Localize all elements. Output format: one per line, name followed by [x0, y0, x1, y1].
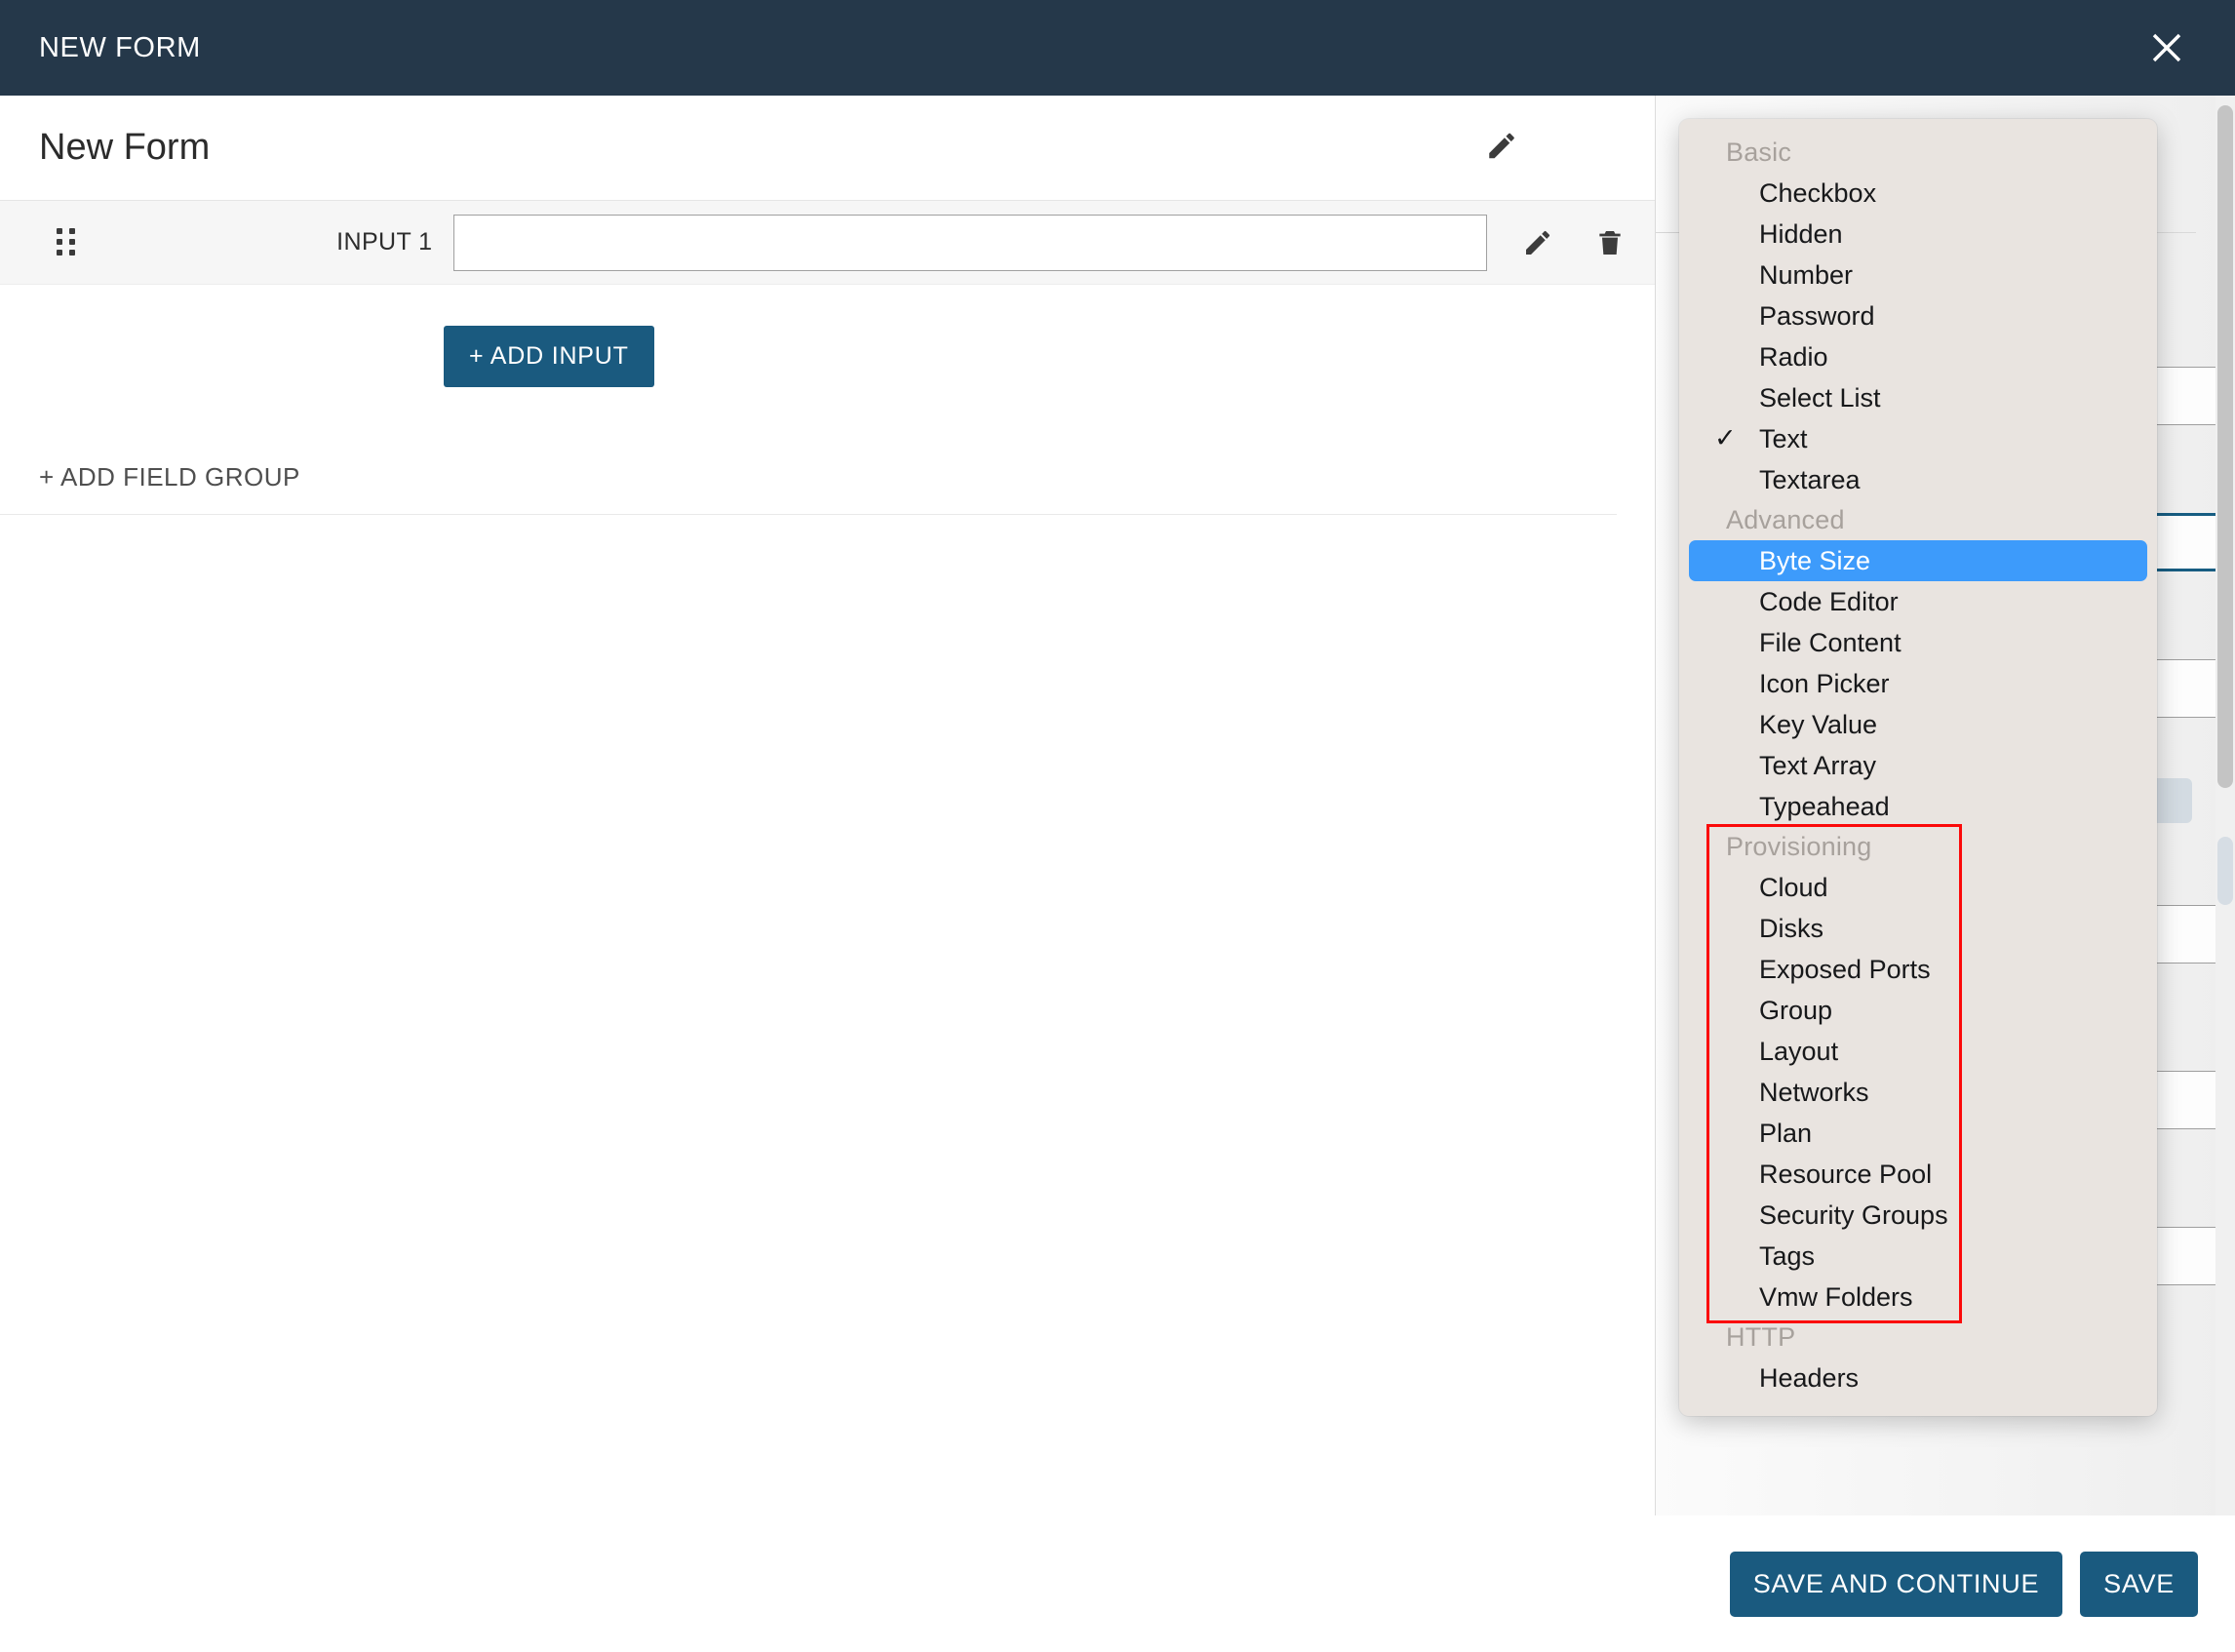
dropdown-item-label: Checkbox [1759, 178, 1877, 208]
dropdown-item-label: Group [1759, 996, 1833, 1025]
dropdown-item-group[interactable]: Group [1689, 990, 2147, 1031]
dropdown-item-label: Networks [1759, 1078, 1869, 1107]
dropdown-item-label: Password [1759, 301, 1875, 331]
dropdown-item-label: Text Array [1759, 751, 1877, 780]
dropdown-item-label: Code Editor [1759, 587, 1899, 616]
check-icon: ✓ [1714, 423, 1737, 452]
input-1-field[interactable] [453, 214, 1487, 271]
dropdown-item-label: Plan [1759, 1119, 1813, 1148]
dropdown-item-textarea[interactable]: Textarea [1689, 459, 2147, 500]
dropdown-item-plan[interactable]: Plan [1689, 1113, 2147, 1154]
dropdown-item-exposed-ports[interactable]: Exposed Ports [1689, 949, 2147, 990]
close-icon[interactable] [2141, 22, 2192, 73]
new-form-modal: NEW FORM New Form INPUT 1 + ADD INPUT + … [0, 0, 2235, 1652]
dropdown-item-key-value[interactable]: Key Value [1689, 704, 2147, 745]
dropdown-group-label-basic: Basic [1726, 138, 1792, 167]
dropdown-item-label: Typeahead [1759, 792, 1890, 821]
dropdown-item-label: Resource Pool [1759, 1160, 1933, 1189]
dropdown-item-cloud[interactable]: Cloud [1689, 867, 2147, 908]
dropdown-item-label: Headers [1759, 1363, 1860, 1393]
page-title: NEW FORM [39, 31, 201, 63]
form-input-row: INPUT 1 [0, 201, 1655, 285]
dropdown-item-hidden[interactable]: Hidden [1689, 214, 2147, 255]
save-button[interactable]: SAVE [2080, 1551, 2198, 1617]
dropdown-group-label-http: HTTP [1726, 1322, 1796, 1352]
add-field-group-button[interactable]: + ADD FIELD GROUP [0, 462, 1617, 515]
dropdown-item-text-array[interactable]: Text Array [1689, 745, 2147, 786]
pencil-icon[interactable] [1516, 220, 1559, 265]
field-group: INPUT 1 + ADD INPUT [0, 201, 1655, 431]
add-input-button[interactable]: + ADD INPUT [444, 326, 654, 387]
dropdown-item-label: Key Value [1759, 710, 1878, 739]
pencil-icon[interactable] [1485, 129, 1518, 167]
dropdown-item-password[interactable]: Password [1689, 295, 2147, 336]
dropdown-item-label: Tags [1759, 1241, 1816, 1271]
dropdown-item-label: Security Groups [1759, 1200, 1948, 1230]
dropdown-item-label: Hidden [1759, 219, 1843, 249]
scrollbar-thumb-secondary[interactable] [2217, 837, 2233, 905]
dropdown-item-label: Layout [1759, 1037, 1839, 1066]
dropdown-item-select-list[interactable]: Select List [1689, 377, 2147, 418]
dropdown-item-label: Byte Size [1759, 546, 1871, 575]
dropdown-item-label: Textarea [1759, 465, 1861, 494]
dropdown-item-label: Vmw Folders [1759, 1282, 1913, 1312]
dropdown-item-byte-size[interactable]: Byte Size [1689, 540, 2147, 581]
form-builder-canvas: New Form INPUT 1 + ADD INPUT + ADD FIELD… [0, 96, 1655, 1652]
input-label: INPUT 1 [336, 228, 433, 256]
drag-handle-icon[interactable] [57, 226, 89, 259]
dropdown-item-layout[interactable]: Layout [1689, 1031, 2147, 1072]
form-name: New Form [39, 127, 211, 168]
dropdown-group-label-advanced: Advanced [1726, 505, 1845, 534]
field-type-dropdown-menu[interactable]: Basic Checkbox Hidden Number Password Radio Se… [1679, 119, 2157, 1416]
dropdown-item-icon-picker[interactable]: Icon Picker [1689, 663, 2147, 704]
dropdown-item-label: Select List [1759, 383, 1881, 413]
add-input-row: + ADD INPUT [0, 285, 1655, 431]
dropdown-group-label-provisioning: Provisioning [1726, 832, 1872, 861]
dropdown-item-networks[interactable]: Networks [1689, 1072, 2147, 1113]
dropdown-item-file-content[interactable]: File Content [1689, 622, 2147, 663]
dropdown-item-label: Number [1759, 260, 1854, 290]
dropdown-item-radio[interactable]: Radio [1689, 336, 2147, 377]
dropdown-item-label: Cloud [1759, 873, 1828, 902]
modal-header: NEW FORM [0, 0, 2235, 96]
dropdown-item-label: Text [1759, 424, 1808, 453]
dropdown-item-checkbox[interactable]: Checkbox [1689, 173, 2147, 214]
dropdown-item-security-groups[interactable]: Security Groups [1689, 1195, 2147, 1236]
dropdown-item-label: Exposed Ports [1759, 955, 1931, 984]
dropdown-item-typeahead[interactable]: Typeahead [1689, 786, 2147, 827]
dropdown-item-label: Disks [1759, 914, 1823, 943]
dropdown-item-tags[interactable]: Tags [1689, 1236, 2147, 1277]
dropdown-item-disks[interactable]: Disks [1689, 908, 2147, 949]
dropdown-item-resource-pool[interactable]: Resource Pool [1689, 1154, 2147, 1195]
dropdown-item-label: Icon Picker [1759, 669, 1890, 698]
save-and-continue-button[interactable]: SAVE AND CONTINUE [1729, 1551, 2063, 1617]
dropdown-item-label: Radio [1759, 342, 1828, 372]
scrollbar-thumb[interactable] [2217, 105, 2233, 788]
dropdown-item-vmw-folders[interactable]: Vmw Folders [1689, 1277, 2147, 1318]
dropdown-item-number[interactable]: Number [1689, 255, 2147, 295]
dropdown-item-label: File Content [1759, 628, 1902, 657]
dropdown-item-text[interactable]: ✓ Text [1689, 418, 2147, 459]
trash-icon[interactable] [1588, 220, 1631, 265]
dropdown-item-headers[interactable]: Headers [1689, 1357, 2147, 1398]
dropdown-item-code-editor[interactable]: Code Editor [1689, 581, 2147, 622]
form-title-row: New Form [0, 96, 1655, 201]
panel-scrollbar[interactable] [2215, 96, 2235, 1652]
modal-footer: SAVE AND CONTINUE SAVE [1655, 1515, 2235, 1652]
